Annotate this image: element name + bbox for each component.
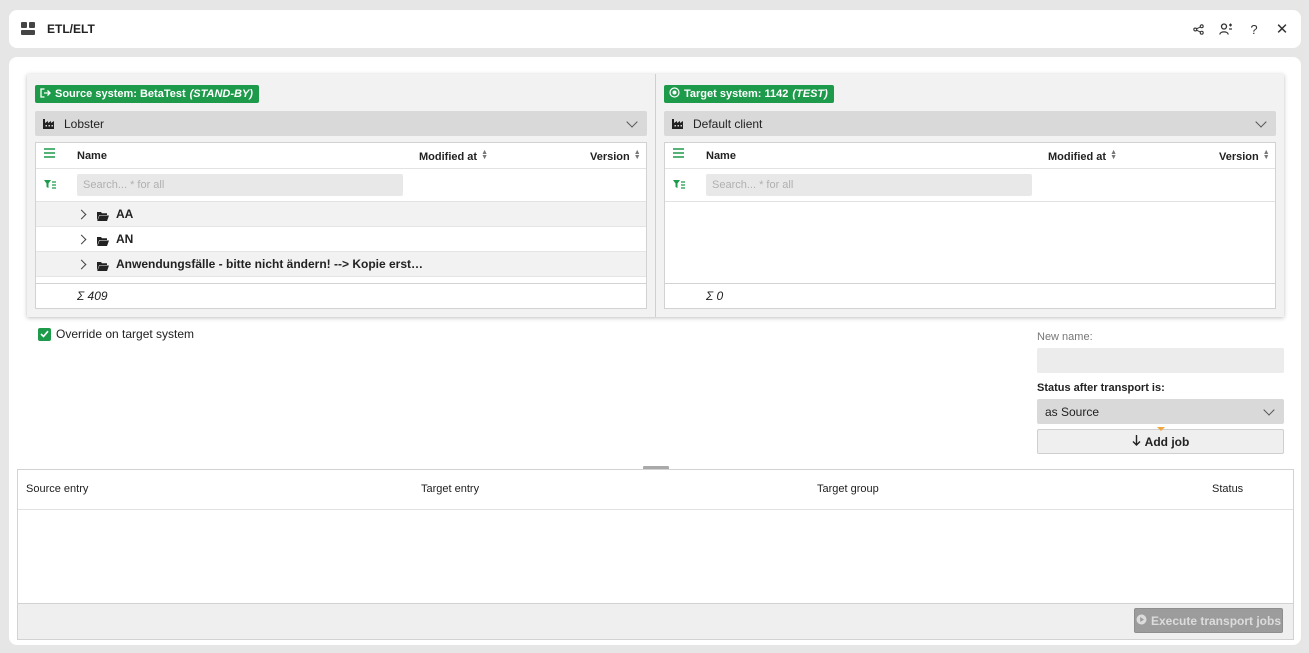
column-modified[interactable]: Modified at ▲ ▼ (1048, 149, 1117, 163)
chevron-down-icon (1263, 403, 1275, 416)
column-target-entry[interactable]: Target entry (421, 483, 479, 495)
execute-label: Execute transport jobs (1150, 613, 1282, 628)
status-label: Status after transport is: (1037, 382, 1165, 394)
column-version-label: Version (1219, 151, 1259, 163)
user-switch-icon[interactable] (1219, 22, 1233, 36)
target-system-name: Target system: 1142 (684, 88, 789, 100)
jobs-footer: Execute transport jobs (18, 603, 1293, 639)
sort-icon: ▲ ▼ (1262, 149, 1270, 161)
chevron-right-icon[interactable] (76, 209, 87, 219)
notch-marker (1157, 427, 1165, 431)
add-job-button[interactable]: Add job (1037, 427, 1284, 454)
tree-row-label: AA (116, 207, 134, 221)
arrow-down-icon (1132, 434, 1141, 449)
target-grid-header: Name Modified at ▲ ▼ Version ▲ ▼ (665, 143, 1275, 169)
play-circle-icon (1136, 614, 1147, 628)
target-filter-row (665, 169, 1275, 202)
source-system-name: Source system: BetaTest (55, 88, 186, 100)
folder-open-icon (97, 260, 109, 271)
override-option[interactable]: Override on target system (38, 327, 194, 341)
column-target-group[interactable]: Target group (817, 483, 879, 495)
sign-out-icon (40, 87, 51, 101)
tree-row[interactable]: AA (36, 202, 646, 227)
target-pane: Target system: 1142 (TEST) Default clien… (656, 74, 1284, 317)
source-search-input[interactable] (77, 174, 403, 196)
target-grid: Name Modified at▲▼ Version▲▼ Σ 0 (664, 142, 1276, 309)
source-grid: Name Modified at▲▼ Version▲▼ AA (35, 142, 647, 309)
target-circle-icon (669, 87, 680, 101)
override-label: Override on target system (56, 327, 195, 341)
column-modified[interactable]: Modified at ▲ ▼ (419, 149, 488, 163)
add-job-label: Add job (1144, 434, 1190, 449)
source-client-label: Lobster (64, 116, 105, 131)
close-icon[interactable]: ✕ (1275, 21, 1289, 38)
chevron-right-icon[interactable] (76, 234, 87, 244)
tree-row[interactable]: AN (36, 227, 646, 252)
tree-row-label: AN (116, 232, 134, 246)
chevron-down-icon (1255, 115, 1267, 128)
source-total: Σ 409 (77, 289, 108, 303)
folder-open-icon (97, 235, 109, 246)
sort-icon: ▲ ▼ (481, 149, 488, 161)
target-grid-footer: Σ 0 (665, 283, 1275, 308)
override-checkbox[interactable] (38, 327, 51, 341)
target-client-label: Default client (693, 116, 763, 131)
source-system-state: (STAND-BY) (189, 88, 253, 100)
factory-icon (672, 118, 685, 129)
filter-icon[interactable] (673, 179, 685, 193)
target-search-input[interactable] (706, 174, 1032, 196)
execute-transport-button[interactable]: Execute transport jobs (1134, 608, 1283, 633)
column-modified-label: Modified at (1048, 151, 1107, 163)
column-modified-label: Modified at (419, 151, 478, 163)
column-source-entry[interactable]: Source entry (26, 483, 88, 495)
source-pane: Source system: BetaTest (STAND-BY) Lobst… (27, 74, 655, 317)
chevron-down-icon (626, 115, 638, 128)
column-status[interactable]: Status (1212, 483, 1243, 495)
new-name-input[interactable] (1037, 348, 1284, 373)
jobs-header: Source entry Target entry Target group S… (18, 470, 1293, 510)
tree-row[interactable]: Anwendungsfälle - bitte nicht ändern! --… (36, 252, 646, 277)
source-grid-header: Name Modified at ▲ ▼ Version ▲ ▼ (36, 143, 646, 169)
target-system-badge: Target system: 1142 (TEST) (664, 85, 834, 103)
tree-row-label: Anwendungsfälle - bitte nicht ändern! --… (116, 257, 424, 271)
sort-icon: ▲ ▼ (1110, 149, 1117, 161)
column-menu-icon[interactable] (673, 148, 684, 161)
help-icon[interactable]: ? (1247, 22, 1261, 37)
window-title: ETL/ELT (47, 22, 95, 36)
source-client-select[interactable]: Lobster (35, 111, 647, 136)
source-grid-footer: Σ 409 (36, 283, 646, 308)
share-icon[interactable] (1191, 22, 1205, 36)
sort-icon: ▲ ▼ (633, 149, 641, 161)
chevron-right-icon[interactable] (76, 259, 87, 269)
system-split: Source system: BetaTest (STAND-BY) Lobst… (27, 74, 1284, 317)
status-select[interactable]: as Source (1037, 399, 1284, 424)
column-menu-icon[interactable] (44, 148, 55, 161)
target-client-select[interactable]: Default client (664, 111, 1276, 136)
column-version-label: Version (590, 151, 630, 163)
jobs-table: Source entry Target entry Target group S… (17, 469, 1294, 640)
folder-open-icon (97, 210, 109, 221)
main-panel: Source system: BetaTest (STAND-BY) Lobst… (9, 57, 1301, 645)
title-bar: ETL/ELT ? ✕ (9, 10, 1301, 48)
target-total: Σ 0 (706, 289, 724, 303)
window-actions: ? ✕ (1191, 21, 1289, 38)
target-system-state: (TEST) (792, 88, 828, 100)
column-version[interactable]: Version ▲ ▼ (590, 149, 641, 163)
column-version[interactable]: Version ▲ ▼ (1219, 149, 1270, 163)
source-filter-row (36, 169, 646, 202)
app-icon (21, 22, 37, 36)
column-name[interactable]: Name (706, 150, 736, 162)
filter-icon[interactable] (44, 179, 56, 193)
new-name-label: New name: (1037, 331, 1093, 343)
source-system-badge: Source system: BetaTest (STAND-BY) (35, 85, 259, 103)
transport-form: New name: Status after transport is: as … (1037, 331, 1284, 454)
factory-icon (43, 118, 56, 129)
column-name[interactable]: Name (77, 150, 107, 162)
status-value: as Source (1045, 404, 1100, 419)
